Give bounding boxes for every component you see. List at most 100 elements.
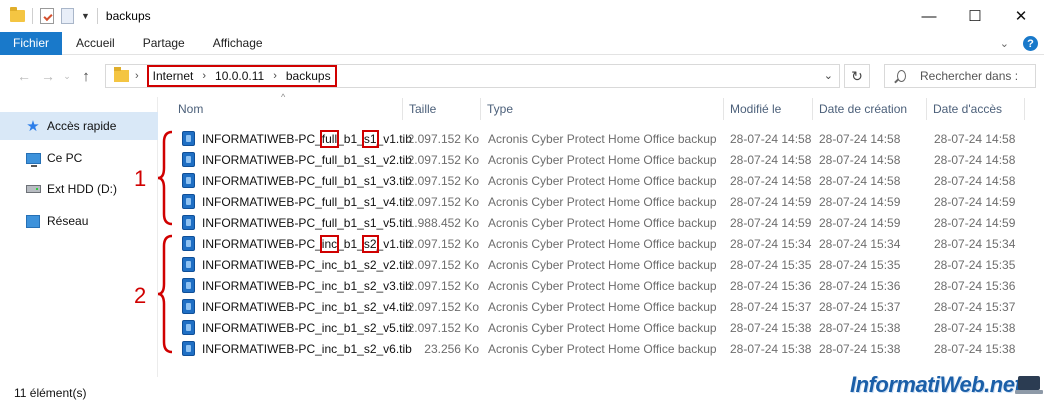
- file-accessed: 28-07-24 15:38: [934, 341, 1016, 356]
- file-name-cell[interactable]: INFORMATIWEB-PC_full_b1_s1_v3.tib: [176, 170, 412, 191]
- table-row[interactable]: INFORMATIWEB-PC_inc_b1_s2_v4.tib 2.097.15…: [176, 296, 1026, 317]
- file-name-cell[interactable]: INFORMATIWEB-PC_inc_b1_s2_v5.tib: [176, 317, 412, 338]
- file-size: 2.097.152 Ko: [407, 278, 479, 293]
- ribbon-right-controls: ⌄ ?: [1000, 32, 1038, 55]
- file-name-cell[interactable]: INFORMATIWEB-PC_full_b1_s1_v5.tib: [176, 212, 412, 233]
- file-name-cell[interactable]: INFORMATIWEB-PC_inc_b1_s2_v6.tib: [176, 338, 412, 359]
- toolbar-divider: [96, 8, 98, 24]
- file-size: 23.256 Ko: [424, 341, 479, 356]
- chevron-right-icon[interactable]: ›: [135, 70, 139, 82]
- chevron-down-icon[interactable]: ⌄: [824, 69, 833, 82]
- tab-fichier[interactable]: Fichier: [0, 31, 63, 55]
- file-name: INFORMATIWEB-PC_inc_b1_s2_v6.tib: [202, 341, 412, 356]
- file-name-cell[interactable]: INFORMATIWEB-PC_inc_b1_s2_v1.tib: [176, 233, 412, 254]
- backup-file-icon: [182, 320, 195, 335]
- table-row[interactable]: INFORMATIWEB-PC_inc_b1_s2_v5.tib 2.097.15…: [176, 317, 1026, 338]
- file-accessed: 28-07-24 15:36: [934, 278, 1016, 293]
- file-modified: 28-07-24 14:58: [730, 173, 812, 188]
- file-name: INFORMATIWEB-PC_inc_b1_s2_v5.tib: [202, 320, 412, 335]
- window-controls: — ☐ ✕: [906, 0, 1044, 32]
- column-header-created[interactable]: Date de création: [813, 98, 927, 120]
- table-row[interactable]: INFORMATIWEB-PC_full_b1_s1_v4.tib 2.097.1…: [176, 191, 1026, 212]
- up-arrow-icon[interactable]: ↑: [74, 68, 98, 85]
- sidebar-item-label: Accès rapide: [47, 119, 117, 133]
- refresh-button[interactable]: ↻: [844, 64, 870, 88]
- file-type: Acronis Cyber Protect Home Office backup: [488, 299, 717, 314]
- search-input[interactable]: [920, 69, 1035, 83]
- file-name-cell[interactable]: INFORMATIWEB-PC_inc_b1_s2_v2.tib: [176, 254, 412, 275]
- table-row[interactable]: INFORMATIWEB-PC_inc_b1_s2_v6.tib 23.256 K…: [176, 338, 1026, 359]
- file-created: 28-07-24 15:34: [819, 236, 901, 251]
- table-row[interactable]: INFORMATIWEB-PC_full_b1_s1_v3.tib 2.097.1…: [176, 170, 1026, 191]
- table-row[interactable]: INFORMATIWEB-PC_full_b1_s1_v2.tib 2.097.1…: [176, 149, 1026, 170]
- file-created: 28-07-24 15:37: [819, 299, 901, 314]
- toolbar-divider: [32, 8, 33, 24]
- file-type: Acronis Cyber Protect Home Office backup: [488, 173, 717, 188]
- file-name: INFORMATIWEB-PC_inc_b1_s2_v4.tib: [202, 299, 412, 314]
- file-type: Acronis Cyber Protect Home Office backup: [488, 278, 717, 293]
- table-row[interactable]: INFORMATIWEB-PC_inc_b1_s2_v1.tib 2.097.15…: [176, 233, 1026, 254]
- tab-affichage[interactable]: Affichage: [199, 32, 277, 55]
- breadcrumb-host[interactable]: 10.0.0.11: [215, 69, 264, 83]
- customize-toolbar-dropdown[interactable]: ▼: [81, 11, 90, 21]
- column-header-modified[interactable]: Modifié le: [724, 98, 813, 120]
- new-folder-icon[interactable]: [61, 8, 74, 24]
- properties-icon[interactable]: [40, 8, 54, 24]
- forward-arrow-icon[interactable]: →: [36, 68, 60, 84]
- folder-icon: [114, 67, 129, 82]
- expand-ribbon-icon[interactable]: ⌄: [1000, 37, 1009, 50]
- annotation-highlight: inc: [319, 234, 340, 253]
- tab-partage[interactable]: Partage: [129, 32, 199, 55]
- file-modified: 28-07-24 15:37: [730, 299, 812, 314]
- table-row[interactable]: INFORMATIWEB-PC_full_b1_s1_v1.tib 2.097.1…: [176, 128, 1026, 149]
- close-button[interactable]: ✕: [998, 0, 1044, 32]
- help-icon[interactable]: ?: [1023, 36, 1038, 51]
- address-bar[interactable]: › Internet › 10.0.0.11 › backups ⌄: [105, 64, 840, 88]
- file-accessed: 28-07-24 15:38: [934, 320, 1016, 335]
- laptop-icon: [1015, 376, 1043, 394]
- file-name-cell[interactable]: INFORMATIWEB-PC_full_b1_s1_v4.tib: [176, 191, 412, 212]
- file-created: 28-07-24 15:38: [819, 320, 901, 335]
- search-icon: [897, 70, 906, 82]
- file-modified: 28-07-24 14:59: [730, 215, 812, 230]
- sidebar-item-quick-access[interactable]: ★ Accès rapide: [0, 112, 158, 140]
- column-header-type[interactable]: Type: [481, 98, 724, 120]
- group-label-full: 1: [134, 166, 147, 191]
- sidebar-item-network[interactable]: Réseau: [0, 207, 158, 235]
- file-name-cell[interactable]: INFORMATIWEB-PC_full_b1_s1_v2.tib: [176, 149, 412, 170]
- file-name-cell[interactable]: INFORMATIWEB-PC_inc_b1_s2_v4.tib: [176, 296, 412, 317]
- file-name-cell[interactable]: INFORMATIWEB-PC_full_b1_s1_v1.tib: [176, 128, 412, 149]
- column-header-size[interactable]: Taille: [403, 98, 481, 120]
- maximize-button[interactable]: ☐: [952, 0, 998, 32]
- chevron-right-icon[interactable]: ›: [273, 70, 277, 82]
- table-row[interactable]: INFORMATIWEB-PC_full_b1_s1_v5.tib 1.988.4…: [176, 212, 1026, 233]
- file-accessed: 28-07-24 14:59: [934, 194, 1016, 209]
- table-row[interactable]: INFORMATIWEB-PC_inc_b1_s2_v2.tib 2.097.15…: [176, 254, 1026, 275]
- breadcrumb-internet[interactable]: Internet: [153, 69, 194, 83]
- file-created: 28-07-24 15:35: [819, 257, 901, 272]
- file-size: 2.097.152 Ko: [407, 236, 479, 251]
- group-label-incremental: 2: [134, 283, 147, 308]
- watermark-logo: InformatiWeb.net: [850, 372, 1022, 397]
- column-header-accessed[interactable]: Date d'accès: [927, 98, 1025, 120]
- backup-file-icon: [182, 215, 195, 230]
- chevron-right-icon[interactable]: ›: [202, 70, 206, 82]
- recent-locations-icon[interactable]: ⌄: [60, 71, 74, 82]
- file-created: 28-07-24 14:59: [819, 194, 901, 209]
- back-arrow-icon[interactable]: ←: [12, 68, 36, 84]
- table-row[interactable]: INFORMATIWEB-PC_inc_b1_s2_v3.tib 2.097.15…: [176, 275, 1026, 296]
- annotation-highlight: s1: [361, 129, 379, 148]
- search-box[interactable]: [884, 64, 1036, 88]
- file-created: 28-07-24 15:38: [819, 341, 901, 356]
- backup-file-icon: [182, 299, 195, 314]
- file-type: Acronis Cyber Protect Home Office backup: [488, 131, 717, 146]
- column-header-name[interactable]: Nom: [172, 98, 403, 120]
- backup-file-icon: [182, 278, 195, 293]
- breadcrumb-backups[interactable]: backups: [286, 69, 331, 83]
- file-modified: 28-07-24 15:38: [730, 341, 812, 356]
- file-modified: 28-07-24 14:59: [730, 194, 812, 209]
- minimize-button[interactable]: —: [906, 0, 952, 32]
- file-name-cell[interactable]: INFORMATIWEB-PC_inc_b1_s2_v3.tib: [176, 275, 412, 296]
- tab-accueil[interactable]: Accueil: [62, 32, 129, 55]
- file-name: INFORMATIWEB-PC_full_b1_s1_v5.tib: [202, 215, 412, 230]
